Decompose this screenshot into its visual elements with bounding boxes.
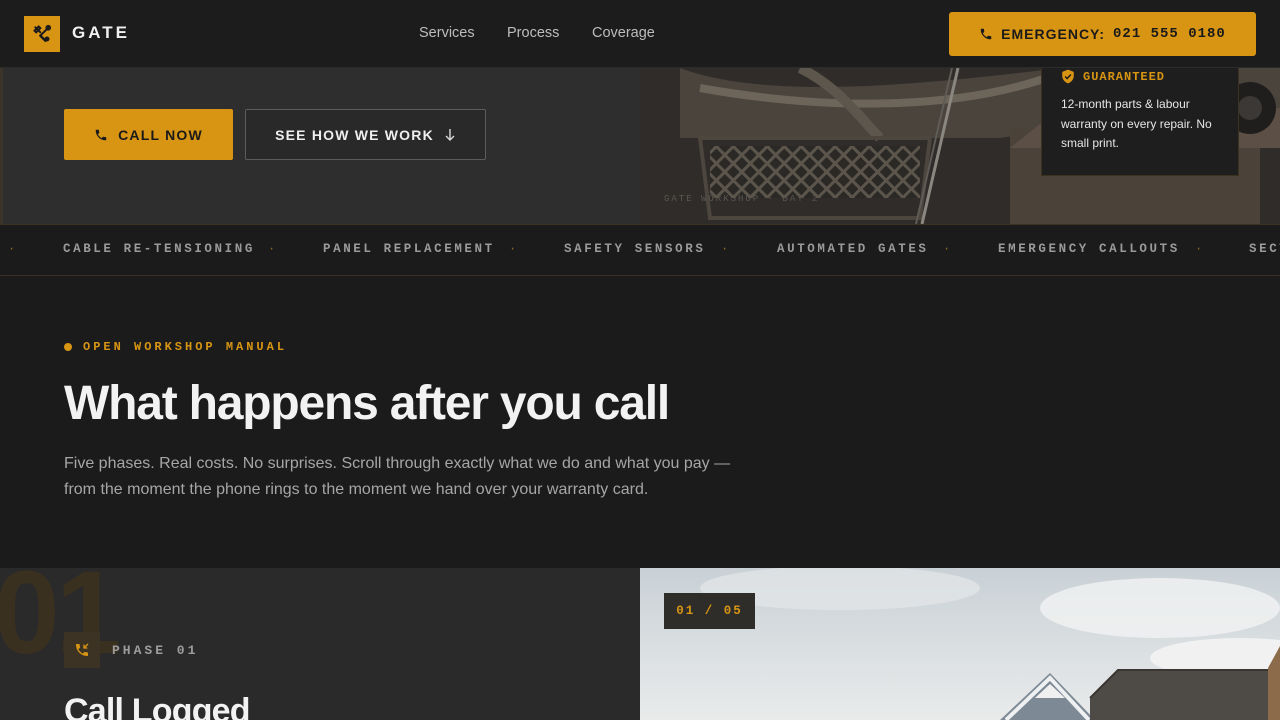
- ticker-item: SAFETY SENSORS: [564, 242, 706, 256]
- guarantee-card: GUARANTEED 12-month parts & labour warra…: [1041, 60, 1239, 176]
- ticker-separator: ·: [8, 242, 16, 256]
- phase-title: Call Logged: [64, 692, 251, 720]
- section-subtext: Five phases. Real costs. No surprises. S…: [64, 455, 731, 498]
- call-now-label: CALL NOW: [118, 126, 203, 143]
- nav-link-process[interactable]: Process: [507, 25, 559, 41]
- house-image-illustration: [640, 568, 1280, 720]
- phase-panel: 01 PHASE 01 Call Logged: [0, 568, 640, 720]
- see-how-label: SEE HOW WE WORK: [275, 126, 434, 143]
- ticker-separator: ·: [1195, 242, 1203, 256]
- nav-link-services[interactable]: Services: [419, 25, 475, 41]
- section-eyebrow: OPEN WORKSHOP MANUAL: [64, 340, 287, 354]
- ticker-separator: ·: [721, 242, 729, 256]
- eyebrow-dot: [64, 343, 72, 351]
- logo-tools-icon[interactable]: [24, 16, 60, 52]
- ticker-separator: ·: [943, 242, 951, 256]
- nav-link-coverage[interactable]: Coverage: [592, 25, 655, 41]
- photo-caption: GATE WORKSHOP · BAY 2: [664, 194, 820, 204]
- section-heading: What happens after you call: [64, 377, 670, 430]
- emergency-call-button[interactable]: EMERGENCY: 021 555 0180: [949, 12, 1256, 56]
- ticker-item: SECT: [1249, 242, 1280, 256]
- emergency-label: EMERGENCY:: [1001, 26, 1106, 42]
- shield-check-icon: [1062, 69, 1074, 84]
- phase-call-icon: [64, 632, 100, 668]
- guarantee-heading: GUARANTEED: [1061, 69, 1220, 84]
- ticker-item: CABLE RE-TENSIONING: [63, 242, 255, 256]
- guarantee-title: GUARANTEED: [1083, 69, 1166, 84]
- ticker-separator: ·: [509, 242, 517, 256]
- ticker-item: PANEL REPLACEMENT: [323, 242, 495, 256]
- arrow-down-icon: [445, 128, 455, 141]
- hero-accent-line: [0, 68, 3, 224]
- phone-icon: [980, 28, 992, 40]
- phone-icon: [95, 129, 107, 140]
- top-nav: GATE Services Process Coverage EMERGENCY…: [0, 0, 1280, 68]
- phone-incoming-icon: [76, 643, 89, 656]
- see-how-we-work-button[interactable]: SEE HOW WE WORK: [245, 109, 486, 160]
- brand-name[interactable]: GATE: [72, 23, 130, 43]
- phase-house-photo: [640, 568, 1280, 720]
- emergency-number: 021 555 0180: [1113, 26, 1226, 42]
- phase-label: PHASE 01: [112, 643, 199, 658]
- ticker-item: AUTOMATED GATES: [777, 242, 929, 256]
- ticker-separator: ·: [268, 242, 276, 256]
- services-ticker: · CABLE RE-TENSIONING · PANEL REPLACEMEN…: [0, 224, 1280, 276]
- call-now-button[interactable]: CALL NOW: [64, 109, 233, 160]
- phase-counter: 01 / 05: [664, 593, 755, 629]
- tools-icon: [33, 24, 52, 42]
- ticker-item: EMERGENCY CALLOUTS: [998, 242, 1180, 256]
- guarantee-text: 12-month parts & labour warranty on ever…: [1061, 97, 1212, 150]
- workshop-manual-section: OPEN WORKSHOP MANUAL What happens after …: [0, 276, 1280, 568]
- eyebrow-text: OPEN WORKSHOP MANUAL: [83, 340, 288, 354]
